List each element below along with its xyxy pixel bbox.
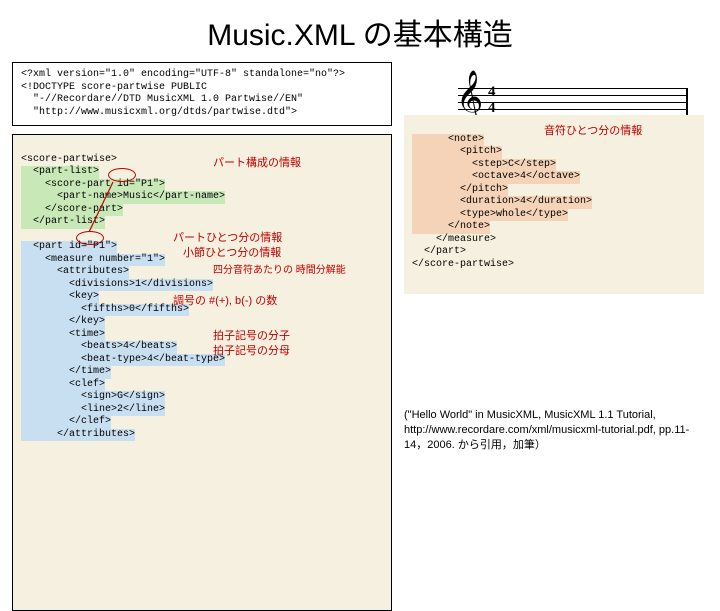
note-box: <note> <pitch> <step>C</step> <octave>4<… [404, 115, 704, 294]
code-line: <note> [412, 134, 484, 145]
xml-header-box: <?xml version="1.0" encoding="UTF-8" sta… [12, 62, 392, 126]
annot-beats: 拍子記号の分子 [213, 330, 290, 344]
code-line: </score-partwise> [412, 259, 514, 270]
code-line: <time> [21, 329, 105, 340]
code-line [21, 229, 27, 240]
annot-fifths: 調号の #(+), b(-) の数 [173, 295, 277, 309]
code-line: </note> [412, 221, 490, 232]
code-line: <duration>4</duration> [412, 196, 592, 207]
code-line: <divisions>1</divisions> [21, 279, 213, 290]
score-body-box: <score-partwise> <part-list> <score-part… [12, 134, 392, 611]
code-line: > [111, 241, 117, 252]
code-line: > [159, 179, 165, 190]
annot-beat-type: 拍子記号の分母 [213, 345, 290, 359]
code-line: </measure> [412, 234, 496, 245]
code-line: <sign>G</sign> [21, 391, 165, 402]
annot-divisions: 四分音符あたりの 時間分解能 [213, 265, 346, 278]
code-line: </key> [21, 316, 105, 327]
code-line: </attributes> [21, 429, 135, 440]
code-line: <key> [21, 291, 99, 302]
code-line: <part-name>Music</part-name> [21, 191, 225, 202]
annot-note: 音符ひとつ分の情報 [544, 125, 642, 139]
code-line: </time> [21, 366, 111, 377]
code-line: <fifths>0</fifths> [21, 304, 189, 315]
citation-text: ("Hello World" in MusicXML, MusicXML 1.1… [404, 408, 704, 453]
code-line: <measure number="1"> [21, 254, 165, 265]
xml-header-text: <?xml version="1.0" encoding="UTF-8" sta… [21, 69, 345, 118]
code-line: <beats>4</beats> [21, 341, 177, 352]
code-line: <clef> [21, 379, 105, 390]
circle-p1-a [108, 168, 136, 182]
code-line: </score-part> [21, 204, 123, 215]
page-title: Music.XML の基本構造 [0, 0, 720, 62]
code-line: </part-list> [21, 216, 105, 227]
circle-p1-b [76, 231, 104, 245]
code-line: </clef> [21, 416, 111, 427]
code-p1-id: "P1" [135, 179, 159, 190]
code-line: <line>2</line> [21, 404, 165, 415]
code-line: <score-partwise> [21, 154, 117, 165]
code-line: <type>whole</type> [412, 209, 568, 220]
code-line: </part> [412, 246, 466, 257]
barline [686, 88, 688, 116]
code-line: </pitch> [412, 184, 508, 195]
code-line: <step>C</step> [412, 159, 556, 170]
code-line: <pitch> [412, 146, 502, 157]
treble-clef-icon: 𝄞 [456, 74, 483, 120]
annot-measure: 小節ひとつ分の情報 [183, 247, 281, 261]
time-sig-num: 4 [488, 84, 496, 101]
annot-part: パートひとつ分の情報 [173, 232, 282, 246]
annot-part-list: パート構成の情報 [213, 157, 301, 171]
code-line: <octave>4</octave> [412, 171, 580, 182]
code-line: <part id= [21, 241, 87, 252]
code-line: <attributes> [21, 266, 129, 277]
code-line: <part-list> [21, 166, 99, 177]
code-line: <beat-type>4</beat-type> [21, 354, 225, 365]
